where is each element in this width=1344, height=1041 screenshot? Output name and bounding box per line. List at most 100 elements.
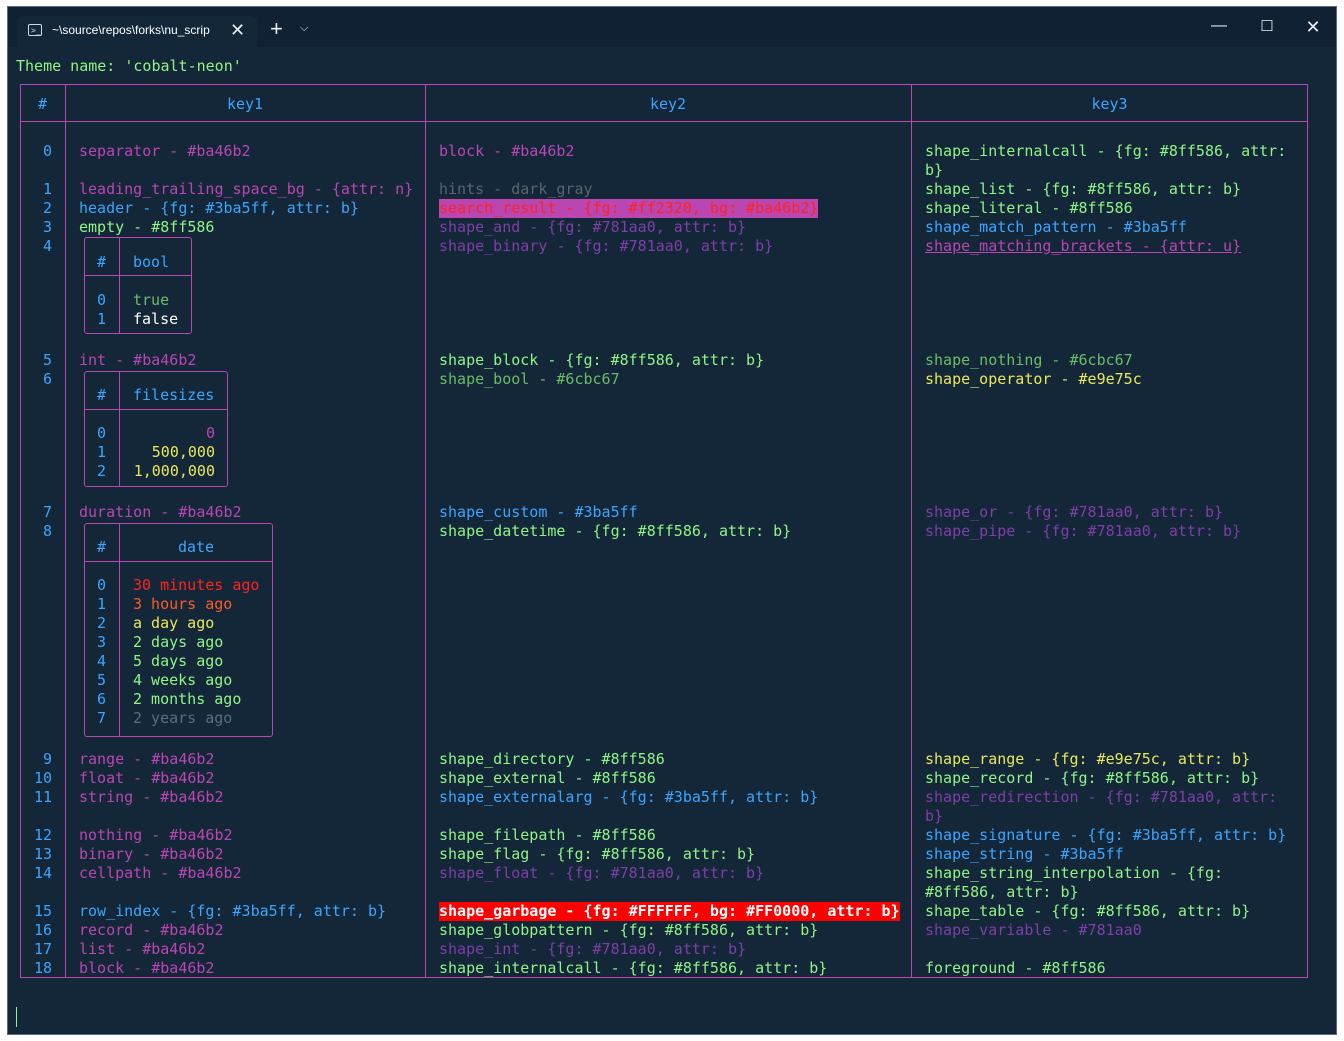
key3-cell: shape_or - {fg: #781aa0, attr: b} <box>925 503 1224 521</box>
date-value: 30 minutes ago <box>133 576 260 594</box>
key3-cell: shape_string - #3ba5ff <box>925 845 1124 863</box>
row-index: 0 <box>42 142 52 160</box>
key2-cell: shape_binary - {fg: #781aa0, attr: b} <box>439 237 774 255</box>
new-tab-button[interactable]: + <box>270 18 283 40</box>
key2-cell: shape_directory - #8ff586 <box>439 750 665 768</box>
date-index: 4 <box>97 652 107 670</box>
bool-value: false <box>133 310 179 328</box>
date-index: 2 <box>97 614 107 632</box>
date-index: 1 <box>97 595 107 613</box>
key1-cell: float - #ba46b2 <box>79 769 215 787</box>
nested-header-divider <box>84 275 192 276</box>
tab-title: ~\source\repos\forks\nu_scrip <box>52 23 210 37</box>
bool-header: bool <box>133 253 170 271</box>
filesize-header: filesizes <box>133 386 215 404</box>
key1-cell: binary - #ba46b2 <box>79 845 224 863</box>
row-index: 14 <box>33 864 52 882</box>
key2-cell: search_result - {fg: #ff2320, bg: #ba46b… <box>439 199 819 218</box>
key3-cell: shape_table - {fg: #8ff586, attr: b} <box>925 902 1251 920</box>
date-value: 4 weeks ago <box>133 671 233 689</box>
key1-cell: row_index - {fg: #3ba5ff, attr: b} <box>79 902 387 920</box>
key2-cell: shape_and - {fg: #781aa0, attr: b} <box>439 218 747 236</box>
key2-cell: shape_bool - #6cbc67 <box>439 370 620 388</box>
terminal-window: >_ ~\source\repos\forks\nu_scrip ✕ + ⌵ —… <box>7 6 1337 1035</box>
key2-cell: shape_garbage - {fg: #FFFFFF, bg: #FF000… <box>439 902 900 921</box>
key3-cell: shape_record - {fg: #8ff586, attr: b} <box>925 769 1260 787</box>
close-icon[interactable]: ✕ <box>1298 17 1328 38</box>
key2-cell: shape_external - #8ff586 <box>439 769 656 787</box>
date-index: 3 <box>97 633 107 651</box>
key2-cell: shape_filepath - #8ff586 <box>439 826 656 844</box>
key2-cell: shape_datetime - {fg: #8ff586, attr: b} <box>439 522 792 540</box>
key2-cell: shape_custom - #3ba5ff <box>439 503 638 521</box>
header-key1: key1 <box>226 95 264 113</box>
key3-cell: shape_internalcall - {fg: #8ff586, attr: <box>925 142 1287 160</box>
row-index: 2 <box>42 199 52 217</box>
row-index: 17 <box>33 940 52 958</box>
key2-cell: shape_externalarg - {fg: #3ba5ff, attr: … <box>439 788 819 806</box>
key1-cell: record - #ba46b2 <box>79 921 224 939</box>
filesize-index: 0 <box>97 424 107 442</box>
filesize-header-index: # <box>97 386 107 404</box>
terminal-icon: >_ <box>28 24 42 36</box>
key2-cell: shape_flag - {fg: #8ff586, attr: b} <box>439 845 756 863</box>
row-index: 5 <box>42 351 52 369</box>
date-value: 2 days ago <box>133 633 224 651</box>
date-value: 2 years ago <box>133 709 233 727</box>
header-key3: key3 <box>1091 95 1128 113</box>
column-divider <box>65 84 66 978</box>
date-value: a day ago <box>133 614 215 632</box>
filesize-index: 2 <box>97 462 107 480</box>
header-divider <box>20 121 1308 122</box>
close-tab-icon[interactable]: ✕ <box>230 20 245 41</box>
filesize-value: 1,000,000 <box>133 462 215 480</box>
key3-cell: shape_range - {fg: #e9e75c, attr: b} <box>925 750 1251 768</box>
row-index: 13 <box>33 845 52 863</box>
key2-cell: hints - dark_gray <box>439 180 593 198</box>
row-index: 3 <box>42 218 52 236</box>
header-index: # <box>37 95 48 113</box>
row-index: 11 <box>33 788 52 806</box>
date-value: 2 months ago <box>133 690 242 708</box>
key3-cell: foreground - #8ff586 <box>925 959 1106 977</box>
key3-cell-wrap: b} <box>925 807 944 825</box>
key3-cell: shape_pipe - {fg: #781aa0, attr: b} <box>925 522 1242 540</box>
header-key2: key2 <box>649 95 687 113</box>
chevron-down-icon[interactable]: ⌵ <box>300 22 308 35</box>
key2-cell: shape_block - {fg: #8ff586, attr: b} <box>439 351 765 369</box>
key1-cell: block - #ba46b2 <box>79 959 215 977</box>
row-index: 10 <box>33 769 52 787</box>
key3-cell: shape_redirection - {fg: #781aa0, attr: <box>925 788 1278 806</box>
key2-cell: shape_float - {fg: #781aa0, attr: b} <box>439 864 765 882</box>
minimize-icon[interactable]: — <box>1204 17 1234 35</box>
key1-cell: header - {fg: #3ba5ff, attr: b} <box>79 199 359 217</box>
maximize-icon[interactable]: ☐ <box>1252 17 1282 35</box>
key2-cell: shape_internalcall - {fg: #8ff586, attr:… <box>439 959 828 977</box>
date-index: 7 <box>97 709 107 727</box>
bool-header-index: # <box>97 253 107 271</box>
filesize-index: 1 <box>97 443 107 461</box>
key3-cell: shape_string_interpolation - {fg: <box>925 864 1224 882</box>
bool-index: 1 <box>97 310 107 328</box>
row-index: 6 <box>42 370 52 388</box>
row-index: 16 <box>33 921 52 939</box>
key3-cell: shape_matching_brackets - {attr: u} <box>925 237 1242 255</box>
key3-cell-wrap: #8ff586, attr: b} <box>925 883 1079 901</box>
row-index: 15 <box>33 902 52 920</box>
row-index: 4 <box>42 237 52 255</box>
row-index: 12 <box>33 826 52 844</box>
terminal-output[interactable]: Theme name: 'cobalt-neon' # key1 key2 ke… <box>8 47 1336 1034</box>
terminal-tab[interactable]: >_ ~\source\repos\forks\nu_scrip ✕ <box>17 16 257 47</box>
title-bar: >_ ~\source\repos\forks\nu_scrip ✕ + ⌵ —… <box>8 7 1336 47</box>
key1-cell: cellpath - #ba46b2 <box>79 864 242 882</box>
date-index: 6 <box>97 690 107 708</box>
key3-cell-wrap: b} <box>925 161 944 179</box>
key1-cell: leading_trailing_space_bg - {attr: n} <box>79 180 414 198</box>
nested-header-divider <box>84 561 273 562</box>
row-index: 1 <box>42 180 52 198</box>
key1-cell: duration - #ba46b2 <box>79 503 242 521</box>
key1-cell: nothing - #ba46b2 <box>79 826 233 844</box>
key2-cell: shape_globpattern - {fg: #8ff586, attr: … <box>439 921 819 939</box>
key3-cell: shape_literal - #8ff586 <box>925 199 1133 217</box>
filesize-value: 500,000 <box>151 443 215 461</box>
